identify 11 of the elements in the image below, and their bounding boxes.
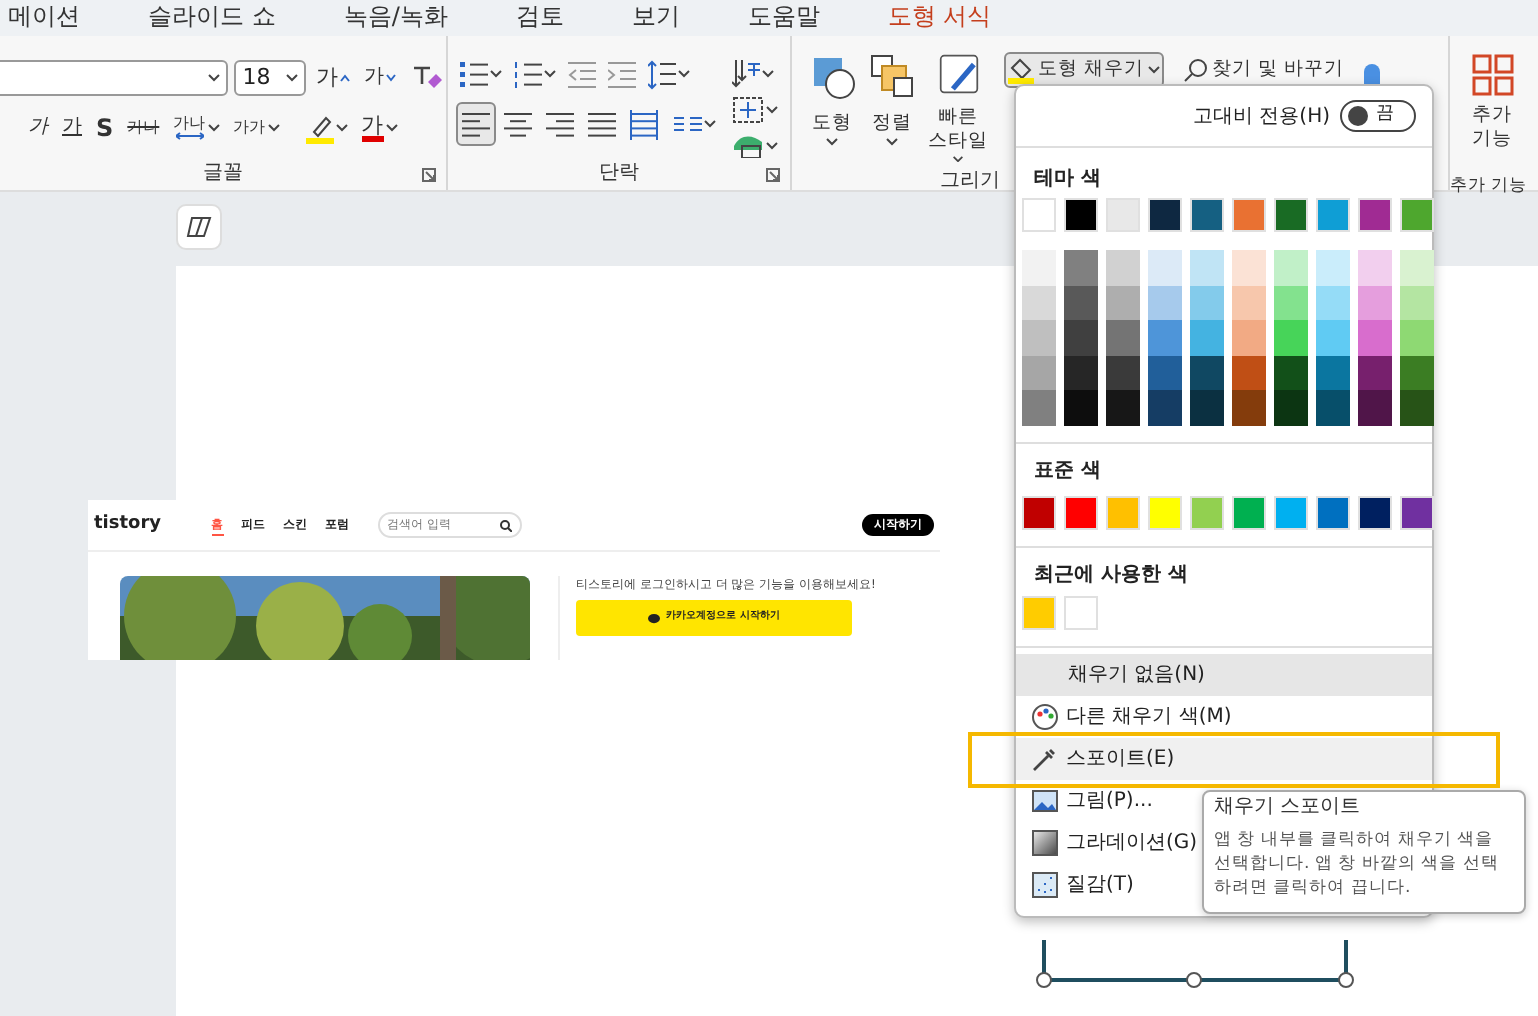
group-label: 그리기 [940, 170, 1000, 192]
group-label: 추가 기능 [1450, 176, 1528, 196]
tooltip-text: 앱 창 내부를 클릭하여 채우기 색을 선택합니다. 앱 창 바깥의 색을 선택하려면 클릭하여 끕니다. [1214, 828, 1501, 900]
section-label: 최근에 사용한 색 [1032, 561, 1190, 590]
section-label: 테마 색 [1032, 166, 1103, 194]
logo: tistory [94, 511, 162, 538]
section-label: 표준 색 [1032, 457, 1103, 486]
toggle-label: 고대비 전용(H) [1192, 103, 1330, 131]
tooltip-title: 채우기 스포이트 [1214, 796, 1363, 820]
group-label: 단락 [599, 160, 639, 188]
group-label: 글꼴 [203, 160, 243, 188]
